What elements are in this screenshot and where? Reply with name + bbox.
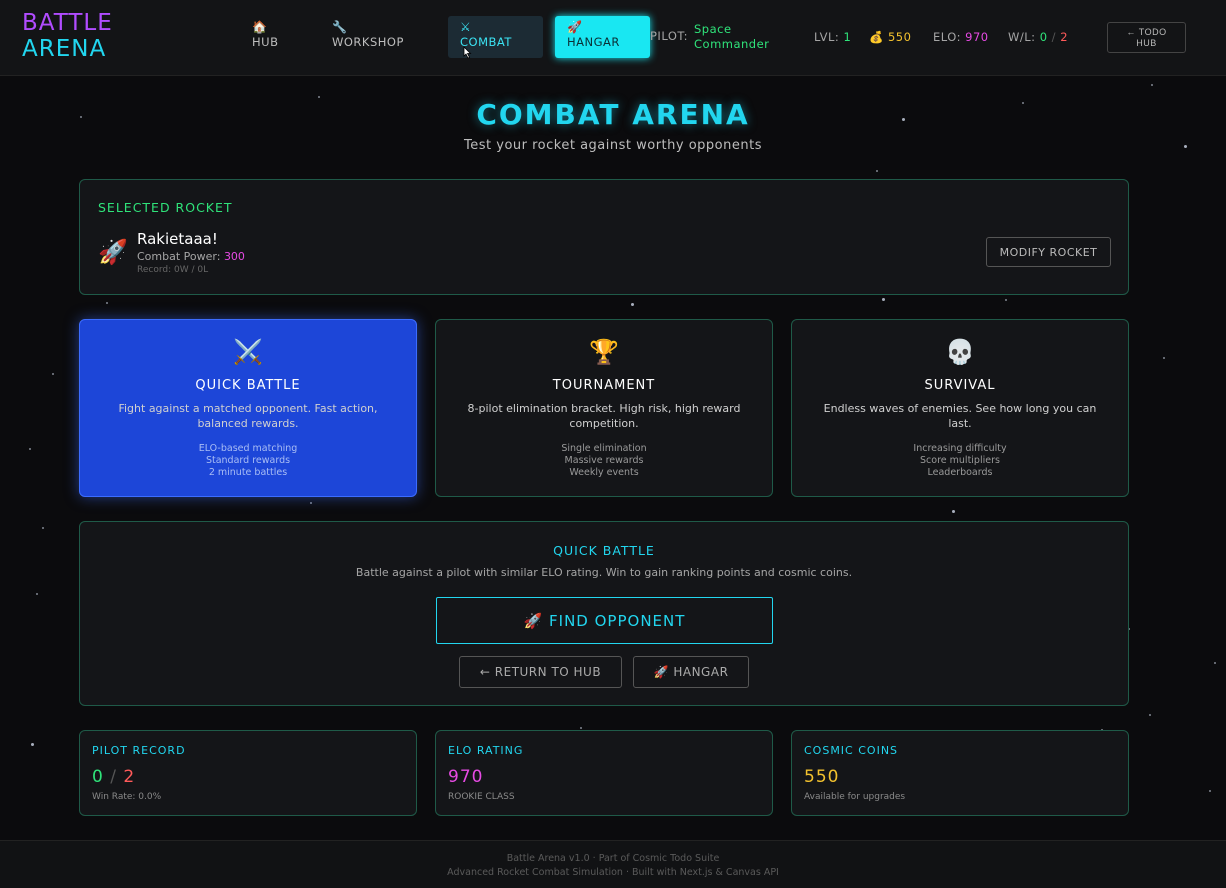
- page-title: COMBAT ARENA: [476, 98, 750, 131]
- mode-card-tournament[interactable]: 🏆 TOURNAMENT 8-pilot elimination bracket…: [435, 319, 773, 497]
- footer-line2: Advanced Rocket Combat Simulation · Buil…: [447, 867, 779, 878]
- mode-feature: 2 minute battles: [208, 467, 288, 478]
- record-losses: 2: [123, 767, 136, 787]
- mode-features: Increasing difficulty Score multipliers …: [792, 443, 1128, 479]
- mode-feature: Massive rewards: [564, 455, 644, 466]
- wl-separator: /: [1051, 30, 1057, 44]
- cosmic-coins-card: COSMIC COINS 550 Available for upgrades: [791, 730, 1129, 816]
- modify-rocket-button[interactable]: MODIFY ROCKET: [986, 237, 1111, 267]
- wrench-icon: 🔧: [332, 20, 348, 34]
- skull-icon: 💀: [945, 338, 975, 366]
- record-separator: /: [110, 767, 117, 787]
- level-label: LVL:: [814, 30, 840, 44]
- find-opponent-button[interactable]: 🚀 FIND OPPONENT: [436, 597, 773, 644]
- win-rate: Win Rate: 0.0%: [92, 792, 162, 802]
- nav-hub[interactable]: 🏠 HUB: [240, 16, 290, 58]
- hangar-button[interactable]: 🚀 HANGAR: [633, 656, 749, 688]
- todo-hub-button[interactable]: ← TODO HUB: [1107, 22, 1186, 53]
- mode-description: 8-pilot elimination bracket. High risk, …: [467, 402, 741, 430]
- crossed-swords-icon: ⚔: [460, 20, 472, 34]
- cosmic-coins-title: COSMIC COINS: [804, 744, 899, 757]
- level-value: 1: [843, 30, 852, 44]
- coins-stat: 💰 550: [869, 30, 911, 44]
- mode-feature: Single elimination: [561, 443, 647, 454]
- pilot-record-card: PILOT RECORD 0 / 2 Win Rate: 0.0%: [79, 730, 417, 816]
- rocket-record: Record: 0W / 0L: [137, 265, 209, 275]
- mode-feature: ELO-based matching: [198, 443, 298, 454]
- coins-value: 550: [887, 30, 912, 44]
- level-stat: LVL: 1: [814, 30, 851, 44]
- wl-label: W/L:: [1008, 30, 1036, 44]
- footer: Battle Arena v1.0 · Part of Cosmic Todo …: [0, 840, 1226, 888]
- mode-card-quick-battle[interactable]: ⚔️ QUICK BATTLE Fight against a matched …: [79, 319, 417, 497]
- rocket-name: Rakietaaa!: [137, 230, 218, 248]
- combat-power: Combat Power: 300: [137, 250, 245, 263]
- win-loss-stat: W/L: 0 / 2: [1008, 30, 1068, 44]
- nav-hangar[interactable]: 🚀 HANGAR: [555, 16, 650, 58]
- app-logo[interactable]: BATTLE ARENA: [22, 10, 113, 62]
- cosmic-coins-value: 550: [804, 767, 840, 787]
- mode-description: Fight against a matched opponent. Fast a…: [118, 402, 378, 430]
- pilot-label: PILOT:: [650, 29, 689, 43]
- money-bag-icon: 💰: [869, 30, 884, 44]
- rocket-icon: 🚀: [567, 20, 583, 34]
- mode-title: QUICK BATTLE: [195, 378, 301, 393]
- pilot-name: Space Commander: [694, 22, 770, 51]
- mode-feature: Leaderboards: [927, 467, 993, 478]
- mode-title: TOURNAMENT: [552, 378, 656, 393]
- elo-label: ELO:: [933, 30, 961, 44]
- nav-workshop-label: WORKSHOP: [332, 35, 404, 49]
- nav-hub-label: HUB: [252, 35, 279, 49]
- elo-value: 970: [965, 30, 989, 44]
- nav-workshop[interactable]: 🔧 WORKSHOP: [320, 16, 416, 58]
- return-to-hub-button[interactable]: ← RETURN TO HUB: [459, 656, 622, 688]
- wins-value: 0: [1039, 30, 1048, 44]
- page-subtitle: Test your rocket against worthy opponent…: [464, 138, 762, 153]
- nav-hangar-label: HANGAR: [567, 35, 620, 49]
- selected-rocket-panel: SELECTED ROCKET 🚀 Rakietaaa! Combat Powe…: [79, 179, 1129, 295]
- elo-stat: ELO: 970: [933, 30, 989, 44]
- mode-title: SURVIVAL: [924, 378, 996, 393]
- record-wins: 0: [92, 767, 104, 787]
- combat-power-value: 300: [223, 250, 245, 263]
- pilot-record-title: PILOT RECORD: [92, 744, 186, 757]
- quick-battle-description: Battle against a pilot with similar ELO …: [355, 566, 853, 579]
- footer-line1: Battle Arena v1.0 · Part of Cosmic Todo …: [506, 853, 720, 864]
- home-icon: 🏠: [252, 20, 268, 34]
- pilot-record-value: 0 / 2: [92, 767, 135, 787]
- trophy-icon: 🏆: [589, 338, 619, 366]
- mouse-cursor-icon: [463, 46, 472, 59]
- mode-card-survival[interactable]: 💀 SURVIVAL Endless waves of enemies. See…: [791, 319, 1129, 497]
- quick-battle-title: QUICK BATTLE: [553, 543, 655, 558]
- elo-class: ROOKIE CLASS: [448, 792, 515, 802]
- crossed-swords-icon: ⚔️: [233, 338, 263, 366]
- elo-rating-card: ELO RATING 970 ROOKIE CLASS: [435, 730, 773, 816]
- logo-line1: BATTLE: [22, 10, 113, 36]
- mode-feature: Weekly events: [569, 467, 639, 478]
- combat-power-label: Combat Power:: [137, 250, 221, 263]
- selected-rocket-heading: SELECTED ROCKET: [98, 200, 233, 215]
- top-navigation-bar: BATTLE ARENA 🏠 HUB 🔧 WORKSHOP ⚔ COMBAT 🚀…: [0, 0, 1226, 76]
- mode-features: ELO-based matching Standard rewards 2 mi…: [80, 443, 416, 479]
- cosmic-coins-sub: Available for upgrades: [804, 792, 906, 802]
- mode-description: Endless waves of enemies. See how long y…: [823, 402, 1097, 430]
- elo-rating-title: ELO RATING: [448, 744, 524, 757]
- logo-line2: ARENA: [22, 36, 107, 62]
- mode-feature: Standard rewards: [205, 455, 291, 466]
- rocket-icon: 🚀: [98, 238, 128, 266]
- elo-rating-value: 970: [448, 767, 484, 787]
- losses-value: 2: [1060, 30, 1069, 44]
- mode-features: Single elimination Massive rewards Weekl…: [436, 443, 772, 479]
- mode-feature: Increasing difficulty: [913, 443, 1007, 454]
- mode-feature: Score multipliers: [920, 455, 1000, 466]
- quick-battle-panel: QUICK BATTLE Battle against a pilot with…: [79, 521, 1129, 706]
